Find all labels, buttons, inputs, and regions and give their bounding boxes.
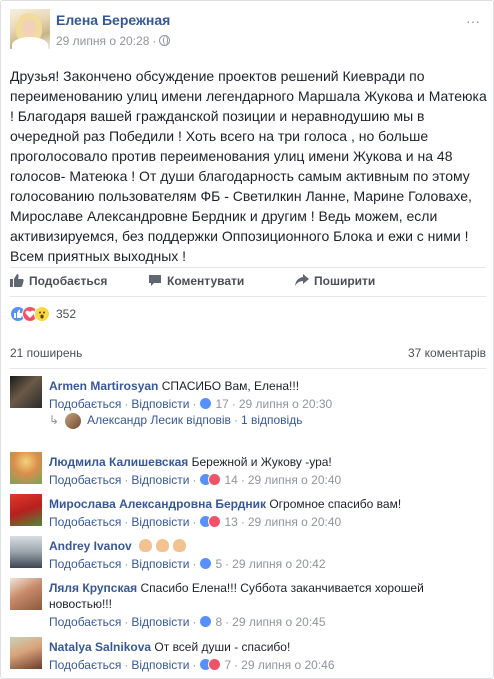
- like-button-label: Подобається: [29, 274, 108, 288]
- comment-meta: Подобається · Відповісти · 17 · 29 липня о 20:…: [49, 397, 333, 411]
- thumbs-up-emoji-icon: [156, 539, 170, 552]
- comment-time[interactable]: 29 липня о 20:42: [232, 557, 325, 571]
- commenter-avatar[interactable]: [10, 578, 42, 610]
- post-card: Елена Бережная 29 липня о 20:28 · ··· Дру…: [0, 0, 494, 679]
- post-stats: 21 поширень 37 коментарів: [10, 339, 486, 369]
- reply-avatar: [65, 413, 82, 429]
- commenter-avatar[interactable]: [10, 494, 42, 526]
- commenter-avatar[interactable]: [10, 637, 42, 669]
- reaction-summary[interactable]: 352: [10, 306, 76, 326]
- comment-time[interactable]: 29 липня о 20:45: [232, 615, 325, 629]
- comment-like-link[interactable]: Подобається: [49, 473, 121, 487]
- comment-time[interactable]: 29 липня о 20:40: [248, 515, 341, 529]
- comment-author[interactable]: Ляля Крупская: [49, 581, 137, 595]
- comment-reply-link[interactable]: Відповісти: [131, 615, 189, 629]
- comment-author[interactable]: Armen Martirosyan: [49, 379, 158, 393]
- share-icon: [295, 274, 309, 286]
- thumbs-up-icon: [10, 274, 24, 287]
- comment-reply-link[interactable]: Відповісти: [131, 557, 189, 571]
- comment-like-link[interactable]: Подобається: [49, 515, 121, 529]
- reaction-count[interactable]: 352: [56, 307, 76, 321]
- comments-count[interactable]: 37 коментарів: [408, 346, 486, 360]
- comment-reply-link[interactable]: Відповісти: [131, 658, 189, 672]
- comment-like-reaction-icon: [199, 397, 213, 410]
- reply-arrow-icon: ↳: [49, 413, 60, 428]
- comment-reply-link[interactable]: Відповісти: [131, 397, 189, 411]
- share-button[interactable]: Поширити: [295, 274, 375, 288]
- comment-reply-link[interactable]: Відповісти: [131, 515, 189, 529]
- meta-dot: ·: [152, 34, 157, 48]
- comment-meta: Подобається · Відповісти · 5 · 29 липня о 20:4…: [49, 557, 326, 571]
- post-header: Елена Бережная 29 липня о 20:28 · ···: [10, 9, 480, 55]
- share-button-label: Поширити: [314, 274, 376, 288]
- comment-text: От всей души - спасибо!: [154, 640, 291, 654]
- commenter-avatar[interactable]: [10, 376, 42, 408]
- post-meta: 29 липня о 20:28 ·: [56, 34, 171, 48]
- comment-author[interactable]: Людмила Калишевская: [49, 455, 188, 469]
- comment-like-link[interactable]: Подобається: [49, 557, 121, 571]
- comment-like-reaction-icon: [199, 615, 213, 628]
- comment-love-reaction-icon: [208, 473, 222, 486]
- comment-time[interactable]: 29 липня о 20:46: [241, 658, 334, 672]
- comment-icon: [149, 275, 161, 286]
- post-timestamp[interactable]: 29 липня о 20:28: [56, 34, 149, 48]
- comment-text: Огромное спасибо вам!: [269, 497, 402, 511]
- comment-reaction-count[interactable]: 7: [224, 658, 231, 672]
- comment-meta: Подобається · Відповісти · 14 · 29 липня о 20:…: [49, 473, 342, 487]
- comment-reaction-count[interactable]: 13: [224, 515, 237, 529]
- post-options-icon[interactable]: ···: [466, 13, 480, 29]
- comment-author[interactable]: Мирослава Александровна Бердник: [49, 497, 266, 511]
- post-author[interactable]: Елена Бережная: [56, 12, 170, 28]
- reply-author[interactable]: Александр Лесик: [87, 413, 183, 427]
- like-button[interactable]: Подобається: [10, 274, 107, 288]
- comment-reaction-count[interactable]: 17: [215, 397, 228, 411]
- comment-meta: Подобається · Відповісти · 7 · 29 липня о 20:4…: [49, 658, 335, 672]
- reply-verb: відповів: [186, 413, 231, 428]
- comment-reaction-count[interactable]: 8: [215, 615, 222, 629]
- comment-author[interactable]: Natalya Salnikova: [49, 640, 151, 654]
- thumbs-up-emoji-icon: [139, 539, 153, 552]
- wow-reaction-icon: [34, 306, 50, 322]
- reply-count[interactable]: 1 відповідь: [241, 413, 303, 427]
- comment-replies-link[interactable]: ↳ Александр Лесик відповів · 1 відповідь: [49, 413, 302, 429]
- comment-love-reaction-icon: [208, 515, 222, 528]
- comment-reaction-count[interactable]: 5: [215, 557, 222, 571]
- thumbs-up-emoji-icon: [173, 539, 187, 552]
- comment-time[interactable]: 29 липня о 20:30: [239, 397, 332, 411]
- comment-button-label: Коментувати: [167, 274, 245, 288]
- comment-like-link[interactable]: Подобається: [49, 397, 121, 411]
- comment-author[interactable]: Andrey Ivanov: [49, 539, 132, 553]
- commenter-avatar[interactable]: [10, 536, 42, 568]
- comment-like-link[interactable]: Подобається: [49, 658, 121, 672]
- comment-text: СПАСИБО Вам, Елена!!!: [161, 379, 300, 393]
- author-avatar[interactable]: [10, 9, 50, 49]
- shares-count[interactable]: 21 поширень: [10, 346, 82, 360]
- post-actions-bar: Подобається Коментувати Поширити: [10, 267, 486, 297]
- commenter-avatar[interactable]: [10, 452, 42, 484]
- comment-meta: Подобається · Відповісти · 8 · 29 липня о 20:4…: [49, 615, 326, 629]
- comment-love-reaction-icon: [208, 658, 222, 671]
- comment-reaction-count[interactable]: 14: [224, 473, 237, 487]
- comment-like-reaction-icon: [199, 557, 213, 570]
- comment-time[interactable]: 29 липня о 20:40: [248, 473, 341, 487]
- comment-button[interactable]: Коментувати: [148, 274, 244, 288]
- comment-reply-link[interactable]: Відповісти: [131, 473, 189, 487]
- comment-meta: Подобається · Відповісти · 13 · 29 липня о 20:…: [49, 515, 342, 529]
- post-text: Друзья! Закончено обсуждение проектов ре…: [10, 68, 487, 264]
- avatar-shoulders: [12, 37, 48, 49]
- globe-icon[interactable]: [159, 35, 171, 46]
- comment-text: Бережной и Жукову -ура!: [191, 455, 332, 469]
- comment-like-link[interactable]: Подобається: [49, 615, 121, 629]
- avatar-face: [22, 19, 36, 37]
